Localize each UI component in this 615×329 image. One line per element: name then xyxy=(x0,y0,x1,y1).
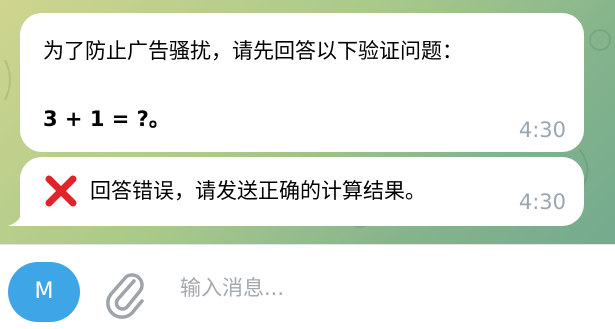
chat-history[interactable]: 为了防止广告骚扰，请先回答以下验证问题： 3 + 1 = ?。 4:30 回答错… xyxy=(0,0,615,244)
paperclip-icon[interactable] xyxy=(104,267,146,319)
message-composer: M xyxy=(0,244,615,329)
incoming-message-bubble[interactable]: 回答错误，请发送正确的计算结果。 4:30 xyxy=(20,157,584,226)
message-input[interactable] xyxy=(180,271,590,305)
message-timestamp: 4:30 xyxy=(518,190,566,214)
message-text: 为了防止广告骚扰，请先回答以下验证问题： xyxy=(43,39,463,63)
message-timestamp: 4:30 xyxy=(518,118,566,142)
incoming-message-bubble[interactable]: 为了防止广告骚扰，请先回答以下验证问题： 3 + 1 = ?。 4:30 xyxy=(20,13,584,152)
message-question: 3 + 1 = ?。 xyxy=(43,107,170,131)
message-text: 回答错误，请发送正确的计算结果。 xyxy=(90,179,426,203)
avatar[interactable]: M xyxy=(8,262,80,322)
cross-mark-icon xyxy=(45,175,77,207)
